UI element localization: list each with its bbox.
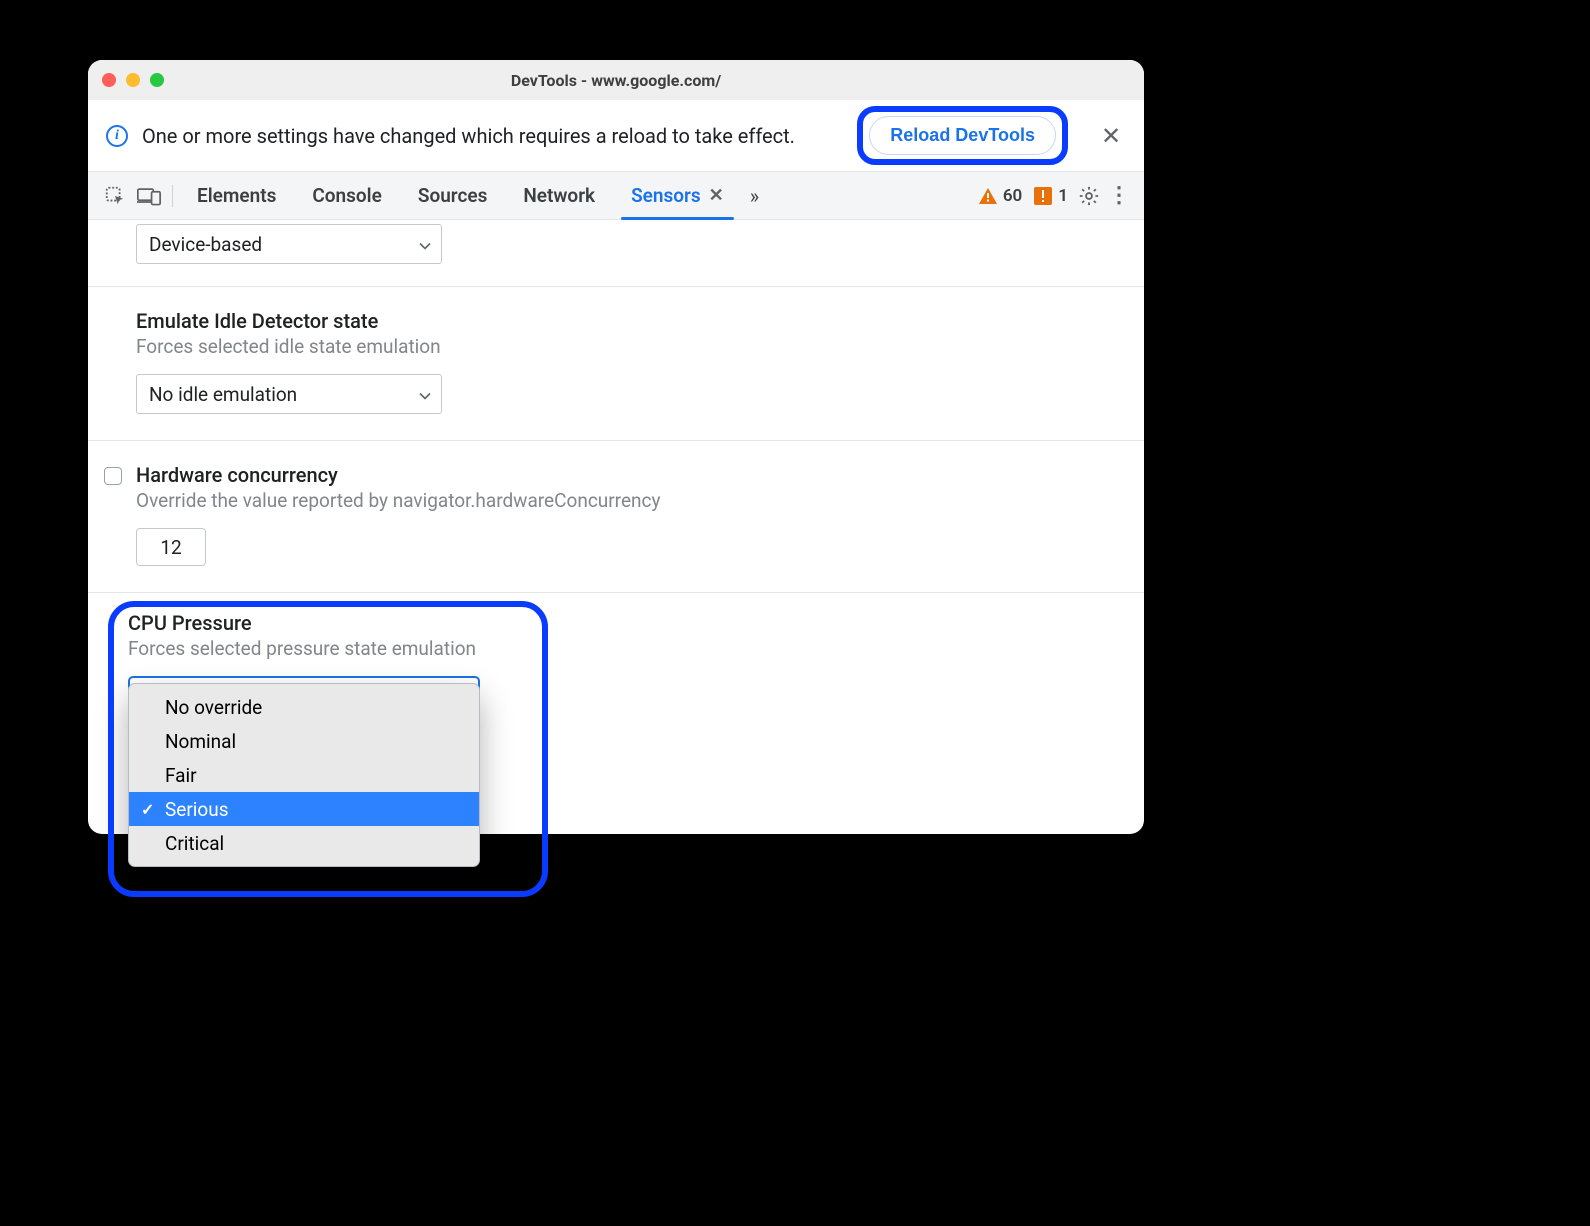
idle-detector-section: Emulate Idle Detector state Forces selec… [88,287,1144,441]
more-tabs-button[interactable]: » [742,184,767,208]
close-window-button[interactable] [102,73,116,87]
idle-title: Emulate Idle Detector state [136,309,1118,333]
pressure-option-no-override[interactable]: No override [129,690,479,724]
pressure-desc: Forces selected pressure state emulation [128,637,1118,660]
hardware-concurrency-input[interactable]: 12 [136,528,206,566]
tab-console[interactable]: Console [294,172,399,219]
traffic-lights [102,73,164,87]
cpu-pressure-section: CPU Pressure Forces selected pressure st… [88,593,1144,751]
pressure-option-fair[interactable]: Fair [129,758,479,792]
reload-devtools-button[interactable]: Reload DevTools [869,116,1056,155]
toolbar: Elements Console Sources Network Sensors… [88,172,1144,220]
error-icon [1034,187,1052,205]
minimize-window-button[interactable] [126,73,140,87]
info-icon: i [106,125,128,147]
infobar-message: One or more settings have changed which … [142,124,847,148]
pressure-option-serious[interactable]: Serious [129,792,479,826]
errors-count: 1 [1058,186,1068,206]
zoom-window-button[interactable] [150,73,164,87]
pressure-dropdown: No override Nominal Fair Serious Critica… [128,683,480,867]
inspect-element-icon[interactable] [98,179,132,213]
pressure-option-critical[interactable]: Critical [129,826,479,860]
close-tab-icon[interactable]: ✕ [709,185,724,206]
idle-select[interactable]: No idle emulation [136,374,442,414]
separator [172,185,173,207]
infobar: i One or more settings have changed whic… [88,100,1144,172]
device-toolbar-icon[interactable] [132,179,166,213]
hw-title: Hardware concurrency [136,463,660,487]
tab-network[interactable]: Network [505,172,613,219]
warning-icon [979,188,997,204]
device-based-select[interactable]: Device-based [136,224,442,264]
pressure-title: CPU Pressure [128,611,1118,635]
idle-desc: Forces selected idle state emulation [136,335,1118,358]
device-based-section: Device-based [88,220,1144,287]
tab-sources[interactable]: Sources [400,172,506,219]
hardware-concurrency-section: Hardware concurrency Override the value … [88,441,1144,593]
tab-sensors-label: Sensors [631,184,701,207]
errors-badge[interactable]: 1 [1028,186,1074,206]
more-options-icon[interactable]: ⋮ [1104,181,1134,211]
warnings-badge[interactable]: 60 [973,186,1028,206]
pressure-option-nominal[interactable]: Nominal [129,724,479,758]
warnings-count: 60 [1003,186,1022,206]
close-infobar-button[interactable]: ✕ [1096,122,1126,150]
chevron-down-icon [419,233,431,256]
window-title: DevTools - www.google.com/ [511,71,721,90]
chevron-down-icon [419,383,431,406]
hw-desc: Override the value reported by navigator… [136,489,660,512]
sensors-panel: Device-based Emulate Idle Detector state… [88,220,1144,834]
window-titlebar: DevTools - www.google.com/ [88,60,1144,100]
device-based-value: Device-based [149,233,262,256]
tab-sensors[interactable]: Sensors ✕ [613,172,742,219]
settings-gear-icon[interactable] [1074,181,1104,211]
tab-elements[interactable]: Elements [179,172,294,219]
hardware-concurrency-checkbox[interactable] [104,467,122,485]
idle-value: No idle emulation [149,383,297,406]
